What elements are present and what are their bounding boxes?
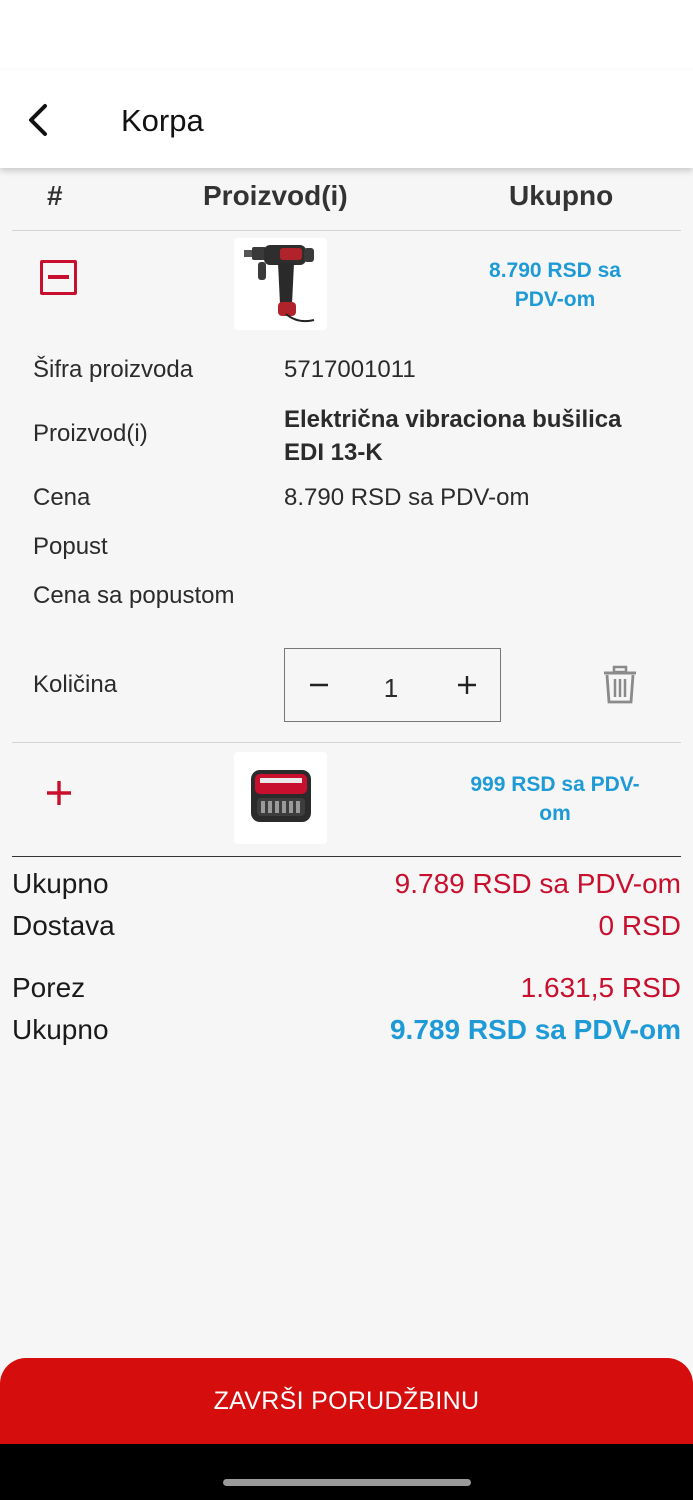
collapse-item-button[interactable] xyxy=(40,260,77,295)
remove-item-button[interactable] xyxy=(601,664,639,706)
header-hash: # xyxy=(47,180,63,211)
item-total-price: 999 RSD sa PDV- om xyxy=(440,770,670,828)
item-total-line1: 999 RSD sa PDV- xyxy=(470,773,640,796)
plus-icon xyxy=(47,781,71,805)
shipping-label: Dostava xyxy=(12,910,115,941)
quantity-increase-button[interactable] xyxy=(445,663,489,707)
quantity-label: Količina xyxy=(33,671,118,698)
complete-order-label: ZAVRŠI PORUDŽBINU xyxy=(213,1386,480,1415)
quantity-value[interactable]: 1 xyxy=(355,673,427,704)
subtotal-value: 9.789 RSD sa PDV-om xyxy=(394,868,681,899)
product-thumbnail-bitset[interactable] xyxy=(234,752,327,844)
system-nav-bar xyxy=(0,1444,693,1500)
header-product: Proizvod(i) xyxy=(203,180,348,211)
sku-value: 5717001011 xyxy=(284,356,416,383)
shipping-value: 0 RSD xyxy=(598,910,681,941)
quantity-decrease-button[interactable] xyxy=(297,663,341,707)
product-name: Električna vibraciona bušilica EDI 13-K xyxy=(284,403,664,469)
price-value: 8.790 RSD sa PDV-om xyxy=(284,484,530,511)
item-total-price: 8.790 RSD sa PDV-om xyxy=(440,256,670,314)
item-total-line2: om xyxy=(539,802,571,825)
sku-label: Šifra proizvoda xyxy=(33,356,194,383)
power-drill-image xyxy=(234,238,327,330)
tax-value: 1.631,5 RSD xyxy=(520,972,681,1003)
home-indicator[interactable] xyxy=(223,1479,471,1486)
status-bar-area xyxy=(0,0,693,70)
product-thumbnail-drill[interactable] xyxy=(234,238,327,330)
discount-label: Popust xyxy=(33,533,108,560)
discounted-price-label: Cena sa popustom xyxy=(33,582,235,609)
complete-order-button[interactable]: ZAVRŠI PORUDŽBINU xyxy=(0,1358,693,1444)
item-total-line2: PDV-om xyxy=(514,288,596,311)
plus-icon xyxy=(458,676,476,694)
page-title: Korpa xyxy=(121,103,204,138)
subtotal-label: Ukupno xyxy=(12,868,109,899)
wurth-bit-set-image xyxy=(234,752,327,844)
summary-divider xyxy=(12,856,681,857)
grand-total-label: Ukupno xyxy=(12,1014,109,1045)
divider xyxy=(12,230,681,231)
quantity-stepper: 1 xyxy=(284,648,501,722)
grand-total-value: 9.789 RSD sa PDV-om xyxy=(389,1014,681,1045)
header-total: Ukupno xyxy=(509,180,614,211)
minus-icon xyxy=(310,683,328,687)
cart-table-header: # Proizvod(i) Ukupno xyxy=(0,168,693,230)
tax-label: Porez xyxy=(12,972,86,1003)
divider xyxy=(12,742,681,743)
expand-item-button[interactable] xyxy=(40,774,78,812)
back-button[interactable] xyxy=(18,100,58,140)
chevron-left-icon xyxy=(29,104,47,136)
product-name-line2: EDI 13-K xyxy=(284,439,383,466)
product-label: Proizvod(i) xyxy=(33,420,148,447)
price-label: Cena xyxy=(33,484,91,511)
product-name-line1: Električna vibraciona bušilica xyxy=(284,406,622,433)
app-bar: Korpa xyxy=(0,70,693,168)
item-total-line1: 8.790 RSD sa xyxy=(489,259,621,282)
trash-icon xyxy=(604,665,636,704)
